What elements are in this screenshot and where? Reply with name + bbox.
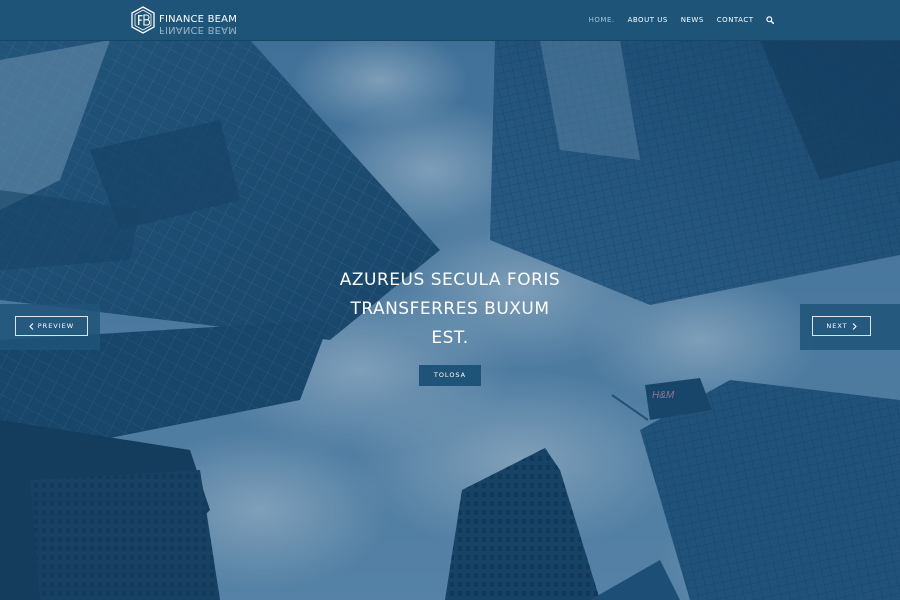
prev-slide-label: PREVIEW: [37, 322, 75, 330]
next-slide-label: NEXT: [826, 322, 848, 330]
tolosa-button[interactable]: TOLOSA: [419, 365, 481, 386]
hero-title-line-3: EST.: [431, 328, 469, 348]
main-nav: HOME. ABOUT US NEWS CONTACT: [582, 0, 774, 40]
nav-item-news[interactable]: NEWS: [674, 16, 710, 24]
nav-item-home[interactable]: HOME.: [582, 16, 621, 24]
hexagon-letters-icon: [131, 6, 155, 34]
brand-name-reflection: FINANCE BEAM: [159, 24, 238, 35]
prev-slide-panel: PREVIEW: [0, 304, 100, 350]
site-header: FINANCE BEAM FINANCE BEAM HOME. ABOUT US…: [0, 0, 900, 41]
nav-item-contact[interactable]: CONTACT: [710, 16, 760, 24]
hero-slider: H&M AZUREUS SECULA FORIS TRANSFERRES BUX…: [0, 40, 900, 600]
page: FINANCE BEAM FINANCE BEAM HOME. ABOUT US…: [0, 0, 900, 600]
chevron-left-icon: [28, 322, 34, 330]
next-slide-button[interactable]: NEXT: [812, 316, 871, 336]
next-slide-panel: NEXT: [800, 304, 900, 350]
brand-logo[interactable]: FINANCE BEAM FINANCE BEAM: [131, 6, 238, 36]
chevron-right-icon: [852, 322, 857, 330]
hero-title: AZUREUS SECULA FORIS TRANSFERRES BUXUM E…: [300, 266, 600, 353]
search-button[interactable]: [760, 16, 774, 24]
hero-title-line-1: AZUREUS SECULA FORIS: [339, 270, 561, 290]
search-icon: [766, 16, 774, 24]
hero-title-line-2: TRANSFERRES BUXUM: [350, 299, 550, 319]
prev-slide-button[interactable]: PREVIEW: [15, 316, 88, 336]
nav-item-about-us[interactable]: ABOUT US: [621, 16, 674, 24]
brand-name: FINANCE BEAM FINANCE BEAM: [159, 14, 238, 36]
